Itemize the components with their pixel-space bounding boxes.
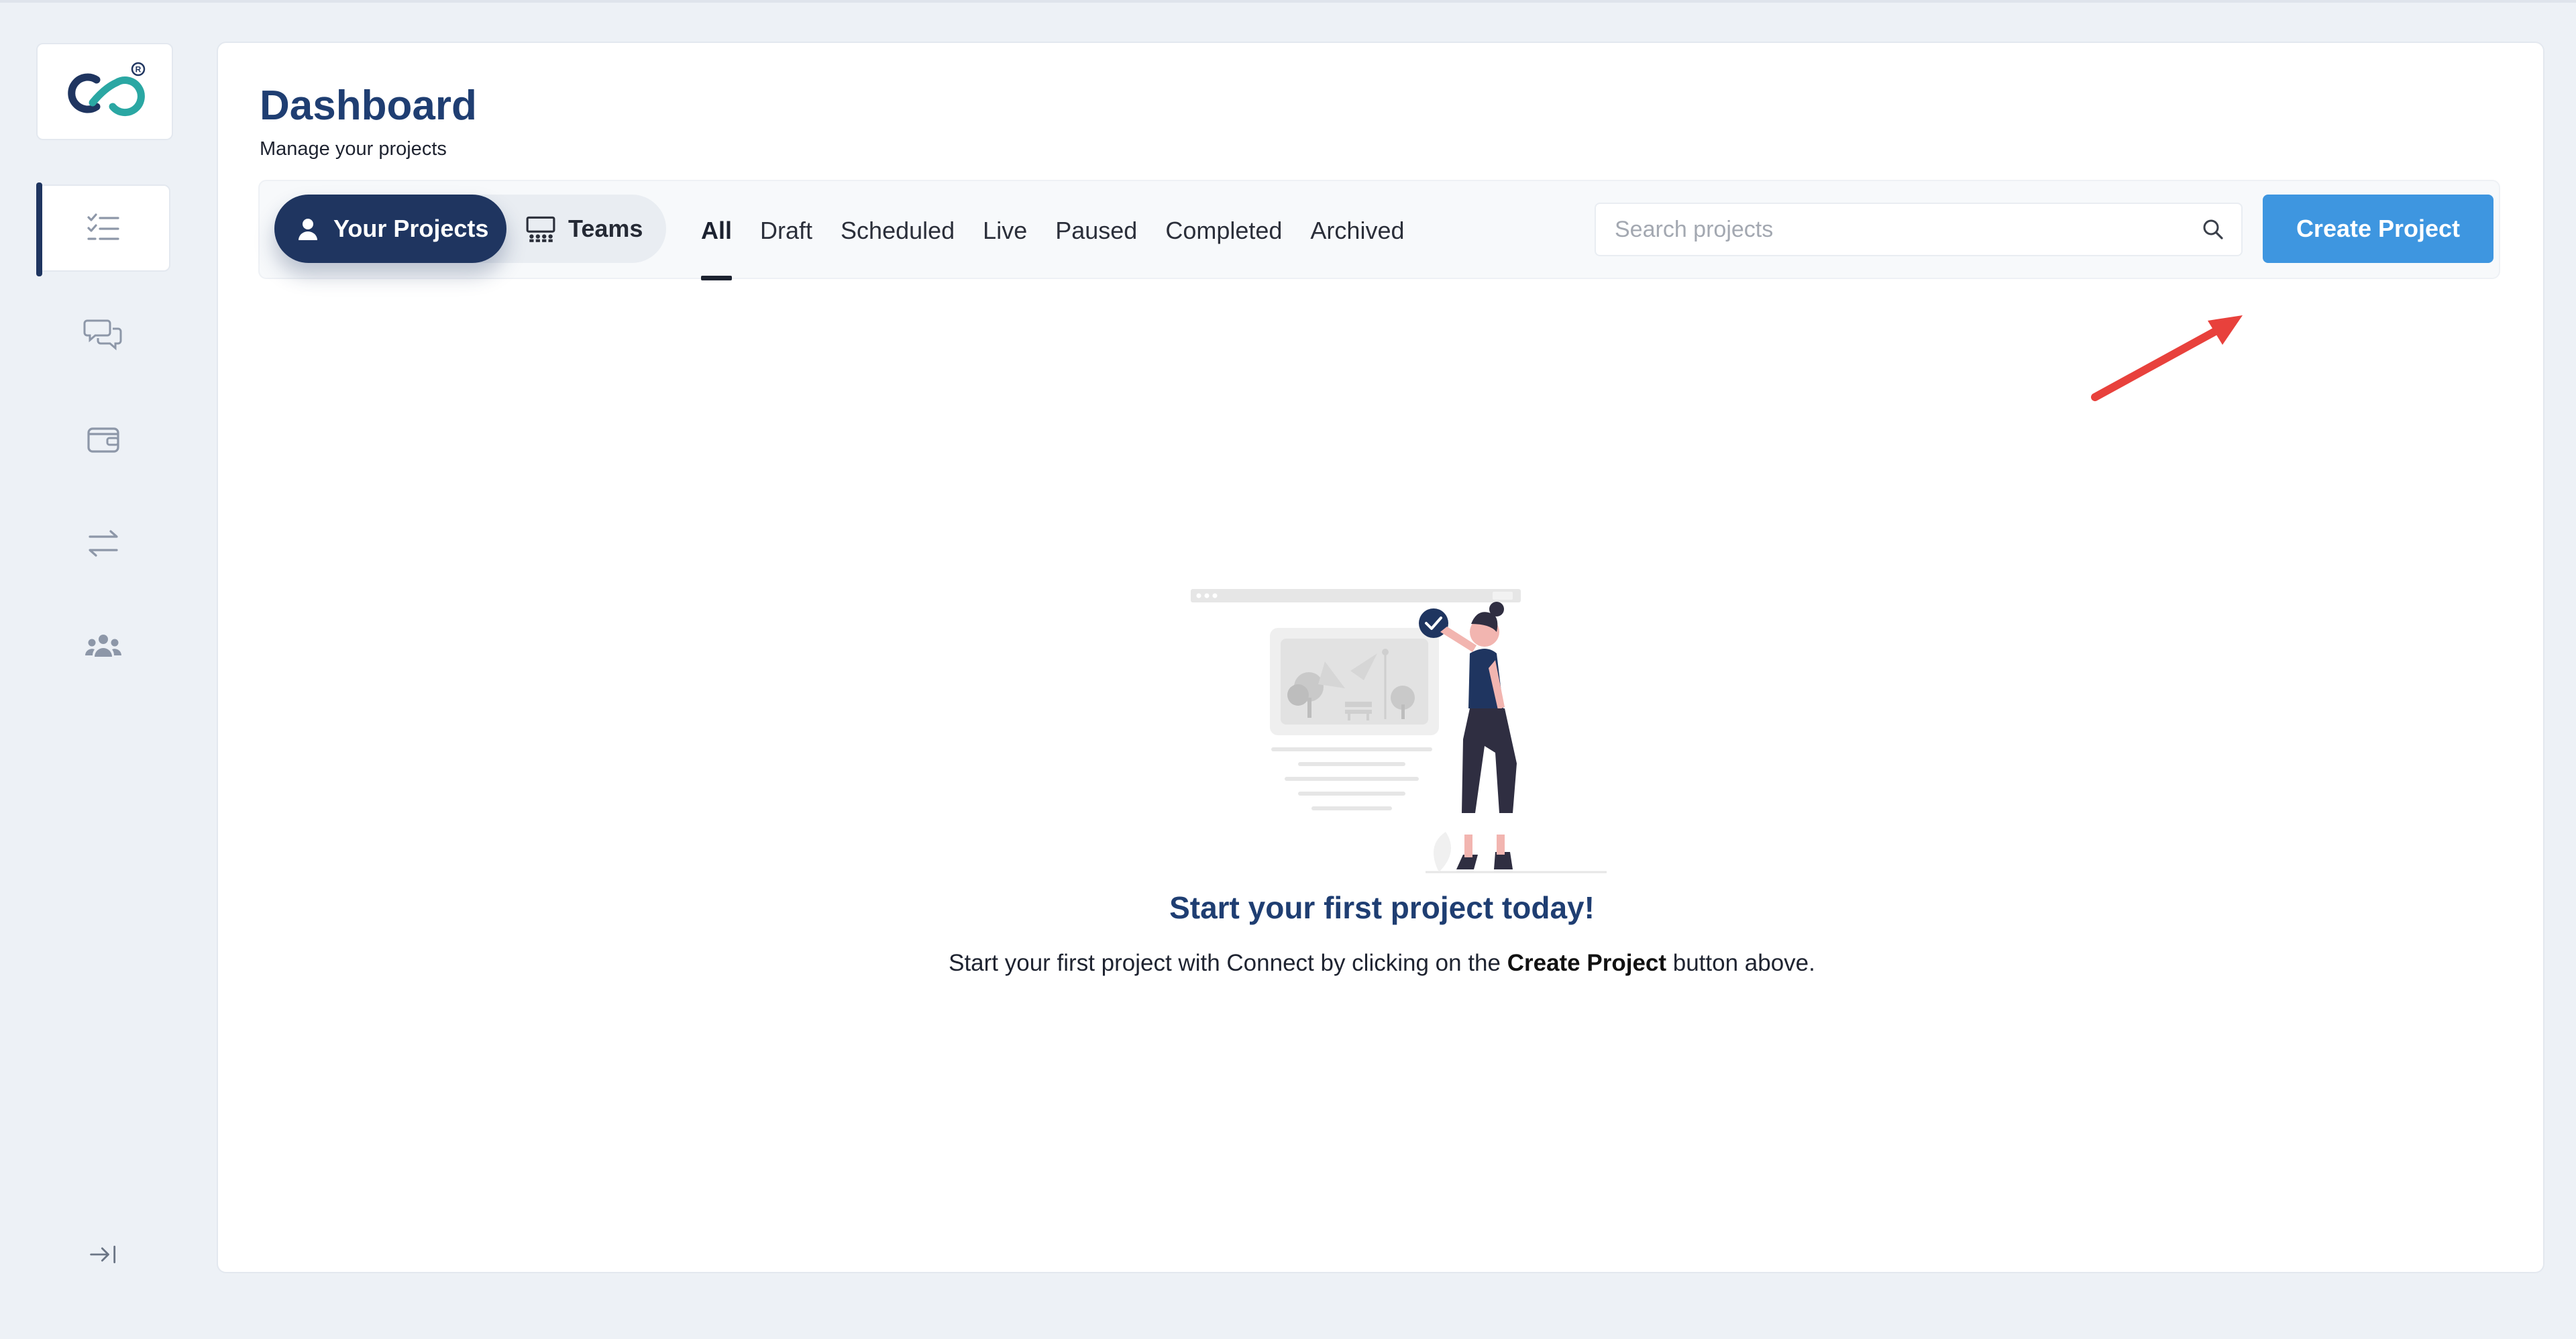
team-board-icon <box>526 216 555 242</box>
app-logo[interactable]: R <box>36 43 173 140</box>
list-check-icon <box>87 213 119 240</box>
sidebar-item-messages[interactable] <box>36 290 170 378</box>
team-users-icon <box>85 635 121 657</box>
tab-draft[interactable]: Draft <box>760 181 812 280</box>
sidebar-item-transfers[interactable] <box>36 500 170 587</box>
tab-scheduled[interactable]: Scheduled <box>841 181 955 280</box>
page-subtitle: Manage your projects <box>260 138 447 160</box>
main-panel: Dashboard Manage your projects Your Proj… <box>217 42 2544 1273</box>
projects-toolbar: Your Projects Teams All Draft Scheduled … <box>258 180 2500 280</box>
tab-paused[interactable]: Paused <box>1055 181 1137 280</box>
empty-desc-part1: Start your first project with Connect by… <box>949 950 1507 976</box>
expand-sidebar-icon <box>90 1245 116 1264</box>
empty-state-description: Start your first project with Connect by… <box>218 950 2546 977</box>
search-icon[interactable] <box>2200 216 2226 243</box>
create-project-button[interactable]: Create Project <box>2263 195 2493 263</box>
chat-bubbles-icon <box>83 319 122 351</box>
sidebar-collapse-toggle[interactable] <box>36 1211 170 1298</box>
svg-text:R: R <box>136 64 142 74</box>
tab-live[interactable]: Live <box>983 181 1027 280</box>
your-projects-toggle[interactable]: Your Projects <box>274 195 506 263</box>
sidebar-item-teams[interactable] <box>36 604 170 691</box>
teams-toggle[interactable]: Teams <box>523 195 657 263</box>
tab-completed[interactable]: Completed <box>1165 181 1282 280</box>
teams-label: Teams <box>568 215 643 242</box>
your-projects-label: Your Projects <box>333 215 489 242</box>
connect-logo-icon: R <box>68 62 146 116</box>
top-border <box>0 0 2576 3</box>
search-box <box>1595 203 2243 256</box>
empty-state-title: Start your first project today! <box>1169 890 1595 925</box>
empty-state-illustration <box>1191 589 1607 873</box>
page-title: Dashboard <box>260 83 477 129</box>
search-input[interactable] <box>1596 204 2186 255</box>
user-icon <box>299 219 317 240</box>
sidebar-item-projects[interactable] <box>36 182 170 276</box>
transfer-arrows-icon <box>89 530 118 557</box>
sidebar-item-wallet[interactable] <box>36 396 170 483</box>
tab-all[interactable]: All <box>701 181 733 280</box>
empty-desc-part2: button above. <box>1666 950 1815 976</box>
view-switcher: Your Projects Teams <box>274 195 666 263</box>
empty-desc-bold: Create Project <box>1507 950 1667 976</box>
tab-archived[interactable]: Archived <box>1310 181 1404 280</box>
wallet-icon <box>87 427 119 453</box>
status-tabs: All Draft Scheduled Live Paused Complete… <box>701 181 1432 280</box>
annotation-arrow <box>2091 315 2243 401</box>
